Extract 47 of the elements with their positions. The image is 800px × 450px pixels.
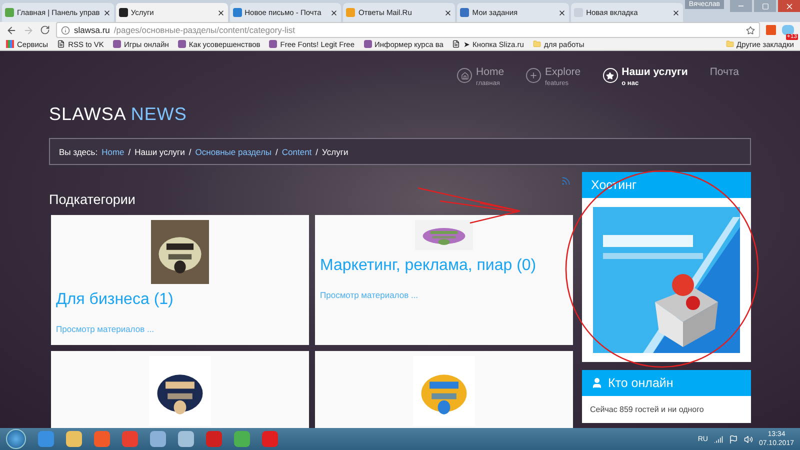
address-field[interactable]: slawsa.ru /pages/основные-разделы/content/category-list (56, 22, 760, 38)
folder-icon (726, 40, 734, 48)
breadcrumb-link[interactable]: Home (102, 146, 124, 156)
close-icon[interactable] (444, 8, 452, 16)
favicon-icon (269, 40, 278, 48)
volume-icon[interactable] (744, 434, 753, 444)
nav-link[interactable]: Почта (710, 66, 739, 84)
breadcrumb-link[interactable]: Основные разделы (195, 146, 272, 156)
bookmark-star-icon[interactable] (746, 26, 755, 34)
close-icon[interactable] (216, 8, 225, 16)
maximize-button[interactable] (754, 0, 776, 12)
close-icon[interactable] (672, 8, 680, 16)
breadcrumb-item: Наши услуги (134, 146, 185, 156)
breadcrumb-separator: / (188, 146, 192, 156)
site-logo[interactable]: SLAWSA NEWS (49, 104, 751, 125)
flag-icon[interactable] (728, 434, 738, 444)
breadcrumb-label: Вы здесь: (59, 146, 98, 156)
rss-icon[interactable] (561, 176, 571, 186)
plus-icon (526, 68, 542, 83)
module-title: Кто онлайн (608, 376, 674, 390)
back-icon[interactable] (6, 24, 17, 36)
close-icon[interactable] (330, 8, 338, 16)
breadcrumb-separator: / (316, 146, 318, 156)
page-icon (452, 40, 460, 48)
maximize-icon (762, 2, 768, 10)
breadcrumb-link[interactable]: Content (282, 146, 312, 156)
breadcrumb-separator: / (276, 146, 278, 156)
user-icon (591, 377, 603, 389)
start-button[interactable] (6, 429, 26, 449)
close-icon[interactable] (558, 8, 566, 16)
favicon-icon (364, 40, 372, 48)
section-heading: Подкатегории (49, 192, 136, 207)
close-icon (784, 2, 794, 10)
close-icon[interactable] (102, 8, 111, 16)
folder-icon (532, 40, 541, 48)
favicon-icon (112, 40, 121, 48)
online-text: Сейчас 859 гостей и ни одного (589, 404, 705, 416)
favicon-icon (178, 40, 186, 48)
signal-icon[interactable] (714, 434, 723, 444)
close-button[interactable] (778, 0, 800, 12)
breadcrumb-separator: / (128, 146, 131, 156)
info-icon[interactable] (61, 26, 70, 34)
page-icon (57, 40, 66, 48)
apps-icon (6, 40, 14, 48)
reload-icon[interactable] (40, 25, 50, 35)
breadcrumb-item: Услуги (322, 146, 348, 156)
home-icon (457, 68, 472, 83)
